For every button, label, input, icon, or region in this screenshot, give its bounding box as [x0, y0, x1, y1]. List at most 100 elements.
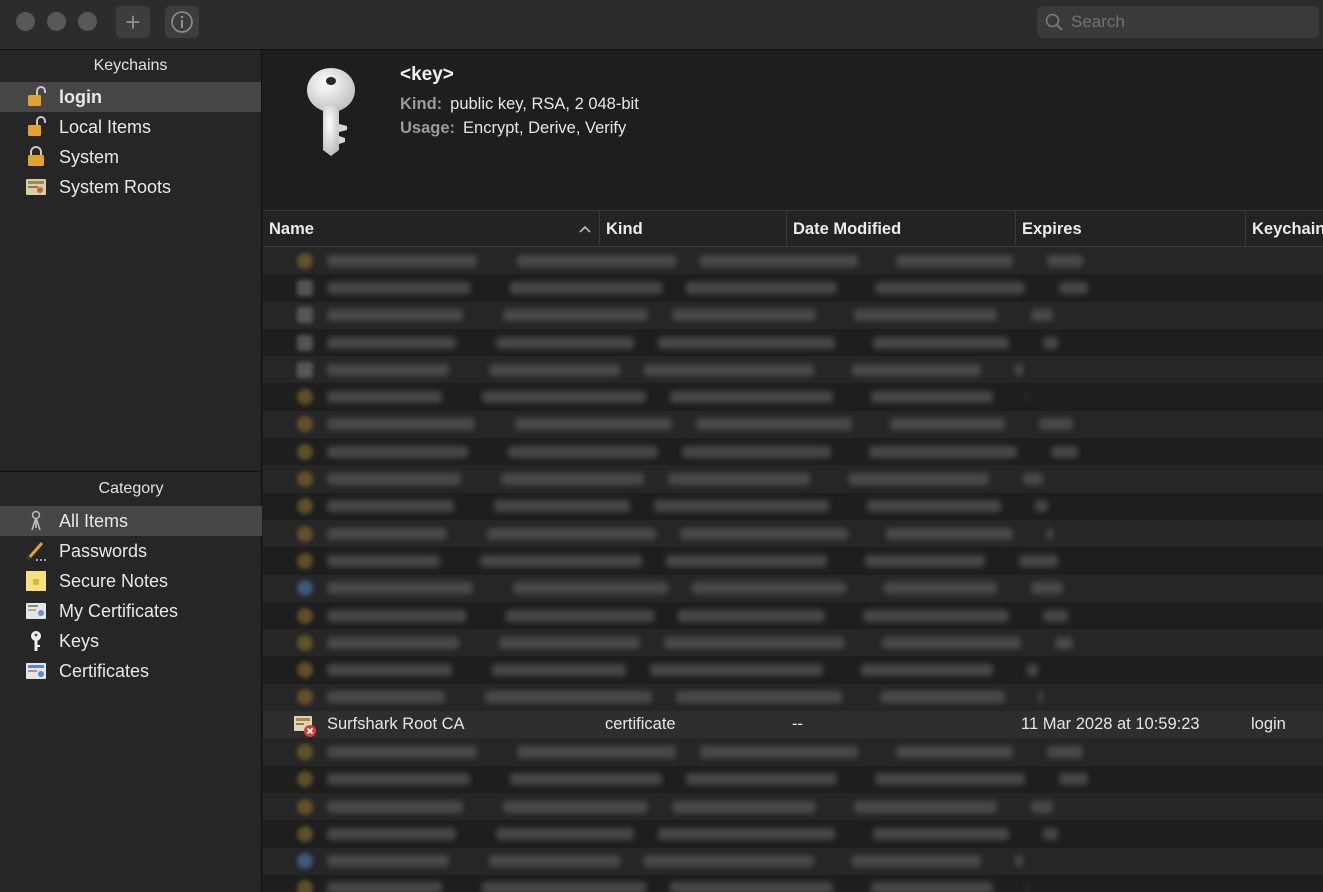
blurred-text	[513, 582, 668, 595]
blurred-text	[1015, 855, 1023, 868]
column-header-date-modified[interactable]: Date Modified	[786, 211, 1015, 247]
blurred-table-row[interactable]	[263, 766, 1323, 793]
blurred-table-row[interactable]	[263, 738, 1323, 766]
get-info-button[interactable]	[165, 6, 199, 38]
blurred-text	[1019, 554, 1058, 567]
blurred-table-row[interactable]	[263, 410, 1323, 439]
blurred-row-icon	[297, 416, 313, 433]
blurred-table-row[interactable]	[263, 274, 1323, 301]
sidebar-item-system[interactable]: System	[0, 142, 261, 172]
column-header-label: Keychain	[1252, 219, 1323, 238]
column-header-keychain[interactable]: Keychain	[1245, 211, 1323, 247]
blurred-text	[327, 773, 470, 786]
sidebar-item-keys[interactable]: Keys	[0, 626, 262, 656]
item-kind-row: Kind: public key, RSA, 2 048-bit	[400, 95, 639, 114]
add-item-button[interactable]: +	[116, 6, 150, 38]
sidebar-item-passwords[interactable]: Passwords	[0, 536, 262, 566]
blurred-row-icon	[297, 525, 313, 542]
sidebar-item-label: Secure Notes	[59, 570, 169, 591]
blurred-text	[1015, 363, 1023, 376]
search-input[interactable]	[1071, 12, 1311, 32]
blurred-table-row[interactable]	[263, 356, 1323, 384]
my-certificate-icon	[25, 600, 47, 622]
blurred-table-row[interactable]	[263, 547, 1323, 574]
sidebar-item-all-items[interactable]: All Items	[0, 506, 262, 536]
blurred-table-row[interactable]	[263, 683, 1323, 712]
sidebar-item-label: Local Items	[59, 116, 152, 137]
blurred-row-icon	[297, 771, 313, 788]
blurred-table-row[interactable]	[263, 820, 1323, 847]
sidebar-item-label: My Certificates	[59, 600, 179, 621]
blurred-text	[882, 636, 1021, 649]
blurred-text	[1031, 309, 1053, 322]
blurred-table-row[interactable]	[263, 383, 1323, 410]
sort-ascending-icon	[579, 211, 591, 247]
search-field[interactable]	[1037, 6, 1319, 38]
plus-icon: +	[125, 7, 141, 37]
kind-label: Kind:	[400, 95, 443, 113]
column-header-expires[interactable]: Expires	[1015, 211, 1245, 247]
blurred-table-row[interactable]	[263, 465, 1323, 493]
column-header-kind[interactable]: Kind	[599, 211, 786, 247]
blurred-row-icon	[297, 689, 313, 706]
blurred-row-icon	[297, 798, 313, 815]
blurred-table-row[interactable]	[263, 629, 1323, 657]
blurred-table-row[interactable]	[263, 519, 1323, 548]
blurred-row-icon	[297, 361, 313, 378]
close-window-button[interactable]	[16, 12, 35, 31]
minimize-window-button[interactable]	[47, 12, 66, 31]
blurred-text	[506, 609, 654, 622]
lock-open-icon	[25, 86, 47, 108]
column-header-name[interactable]: Name	[263, 211, 599, 247]
certificate-icon	[25, 660, 47, 682]
sidebar-item-secure-notes[interactable]: Secure Notes	[0, 566, 262, 596]
blurred-text	[327, 445, 468, 458]
blurred-table-row[interactable]	[263, 438, 1323, 465]
sidebar-item-label: All Items	[59, 510, 129, 531]
blurred-table-row[interactable]	[263, 656, 1323, 683]
blurred-table-row[interactable]	[263, 847, 1323, 875]
blurred-text	[678, 609, 825, 622]
blurred-text	[650, 664, 823, 677]
blurred-text	[884, 582, 997, 595]
blurred-table-row[interactable]	[263, 574, 1323, 602]
blurred-text	[487, 527, 656, 540]
lock-closed-icon	[25, 146, 47, 168]
blurred-text	[503, 800, 648, 813]
blurred-table-row[interactable]	[263, 875, 1323, 892]
zoom-window-button[interactable]	[78, 12, 97, 31]
blurred-table-row[interactable]	[263, 792, 1323, 821]
blurred-table-row[interactable]	[263, 247, 1323, 275]
sidebar-item-system-roots[interactable]: System Roots	[0, 172, 261, 202]
sidebar-item-certificates[interactable]: Certificates	[0, 656, 262, 686]
blurred-table-row[interactable]	[263, 493, 1323, 520]
blurred-text	[482, 391, 646, 404]
usage-value: Encrypt, Derive, Verify	[463, 119, 627, 137]
all-items-icon	[25, 510, 47, 532]
blurred-text	[1039, 418, 1073, 431]
blurred-table-row[interactable]	[263, 602, 1323, 629]
blurred-text	[848, 473, 989, 486]
blurred-table-row[interactable]	[263, 301, 1323, 329]
blurred-text	[666, 554, 827, 567]
blurred-text	[886, 527, 1013, 540]
blurred-text	[852, 855, 981, 868]
blurred-text	[1043, 827, 1058, 840]
table-row[interactable]: Surfshark Root CA certificate -- 11 Mar …	[263, 711, 1323, 739]
sidebar-item-label: System	[59, 146, 120, 167]
row-name: Surfshark Root CA	[327, 715, 465, 734]
info-icon	[171, 11, 193, 33]
sidebar-item-my-certificates[interactable]: My Certificates	[0, 596, 262, 626]
blurred-text	[1039, 691, 1043, 704]
sidebar-item-login[interactable]: login	[0, 82, 261, 112]
blurred-text	[670, 391, 833, 404]
blurred-text	[503, 309, 648, 322]
blurred-table-row[interactable]	[263, 329, 1323, 356]
blurred-row-icon	[297, 443, 313, 460]
sidebar-item-local-items[interactable]: Local Items	[0, 112, 261, 142]
blurred-text	[873, 827, 1009, 840]
blurred-row-icon	[297, 389, 313, 406]
category-section-title: Category	[98, 480, 164, 497]
blurred-text	[670, 882, 833, 892]
blurred-text	[501, 473, 644, 486]
